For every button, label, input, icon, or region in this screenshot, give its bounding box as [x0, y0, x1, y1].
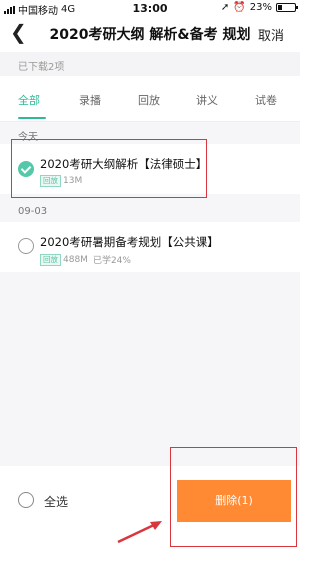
- status-right: ➚ ⏰ 23%: [220, 2, 298, 13]
- nav-bar: ❮ 2020考研大纲 解析&备考 规划 取消: [0, 16, 300, 50]
- item-meta: 回放 488M 已学24%: [40, 253, 131, 266]
- select-all-radio[interactable]: [18, 492, 34, 508]
- page-title: 2020考研大纲 解析&备考 规划: [49, 27, 251, 43]
- item-title: 2020考研大纲解析【法律硕士】: [40, 157, 208, 171]
- tab-all[interactable]: 全部: [18, 92, 40, 108]
- downloaded-count: 已下载2项: [0, 52, 300, 76]
- battery-icon: [276, 3, 298, 12]
- tab-handouts[interactable]: 讲义: [196, 92, 218, 108]
- battery-percent: 23%: [249, 2, 272, 13]
- pointer-arrow-icon: [117, 521, 162, 544]
- unchecked-icon[interactable]: [18, 238, 34, 254]
- item-meta: 回放 13M: [40, 175, 82, 187]
- list-item[interactable]: 2020考研暑期备考规划【公共课】 回放 488M 已学24%: [0, 222, 300, 272]
- section-label-today: 今天: [18, 132, 38, 143]
- replay-badge: 回放: [40, 175, 61, 187]
- tab-papers[interactable]: 试卷: [255, 92, 277, 108]
- item-size: 488M: [63, 254, 88, 265]
- replay-badge: 回放: [40, 253, 61, 266]
- status-bar: 中国移动 4G 13:00 ➚ ⏰ 23%: [0, 0, 300, 17]
- list-item[interactable]: 2020考研大纲解析【法律硕士】 回放 13M: [0, 144, 300, 194]
- alarm-icon: ⏰: [233, 2, 246, 13]
- section-label-date: 09-03: [18, 206, 48, 217]
- select-all-label[interactable]: 全选: [44, 493, 68, 510]
- delete-button[interactable]: 删除(1): [177, 480, 291, 522]
- item-progress: 已学24%: [92, 256, 131, 266]
- active-tab-indicator: [18, 117, 46, 119]
- item-size: 13M: [63, 176, 83, 186]
- tab-bar: 全部 录播 回放 讲义 试卷: [0, 84, 300, 122]
- checked-icon[interactable]: [18, 161, 34, 177]
- item-title: 2020考研暑期备考规划【公共课】: [40, 235, 219, 249]
- location-icon: ➚: [220, 2, 230, 13]
- tab-recorded[interactable]: 录播: [79, 92, 101, 108]
- cancel-button[interactable]: 取消: [258, 25, 284, 44]
- tab-replay[interactable]: 回放: [138, 92, 160, 108]
